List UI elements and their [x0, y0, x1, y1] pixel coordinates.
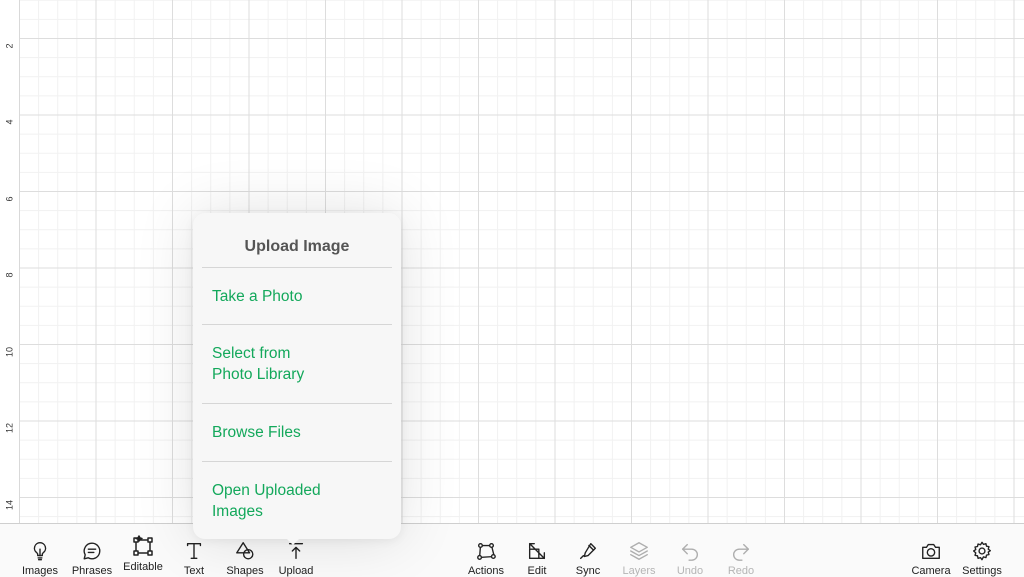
- popover-title: Upload Image: [244, 238, 350, 255]
- option-label: Open Uploaded: [212, 482, 321, 499]
- images-label: Images: [21, 565, 59, 577]
- ruler-label: 4: [4, 119, 15, 125]
- ruler-label: 8: [4, 272, 15, 278]
- bottom-toolbar: Images Phrases Editable Text Shapes Uplo…: [0, 523, 1024, 577]
- editable-label: Editable: [123, 561, 163, 573]
- edit-label: Edit: [527, 565, 547, 577]
- redo-icon: [733, 543, 750, 561]
- redo-button[interactable]: Redo: [714, 524, 768, 577]
- actions-icon: [477, 542, 496, 560]
- undo-label: Undo: [676, 565, 704, 577]
- editable-image-icon: [133, 535, 153, 556]
- camera-label: Camera: [911, 565, 951, 577]
- ruler-label: 10: [4, 347, 15, 358]
- option-label: Take a Photo: [212, 288, 303, 305]
- option-label-line2: Photo Library: [212, 366, 305, 383]
- open-uploaded-images-option[interactable]: Open Uploaded Images: [202, 461, 392, 539]
- popover-arrow: [285, 537, 301, 545]
- undo-icon: [681, 543, 698, 561]
- undo-button[interactable]: Undo: [663, 524, 717, 577]
- camera-icon: [922, 543, 940, 560]
- ruler-label: 6: [4, 196, 15, 202]
- phrases-label: Phrases: [71, 565, 113, 577]
- ruler-label: 2: [4, 43, 15, 49]
- take-photo-option[interactable]: Take a Photo: [202, 267, 392, 325]
- layers-icon: [630, 542, 648, 560]
- text-icon: [186, 542, 202, 560]
- settings-label: Settings: [962, 565, 1002, 577]
- select-from-photo-library-option[interactable]: Select from Photo Library: [202, 324, 392, 404]
- lightbulb-icon: [33, 542, 47, 561]
- browse-files-option[interactable]: Browse Files: [202, 403, 392, 461]
- shapes-label: Shapes: [226, 565, 264, 577]
- speech-bubble-icon: [83, 542, 101, 560]
- images-button[interactable]: Images: [13, 524, 67, 577]
- color-sync-icon: [579, 542, 597, 560]
- redo-label: Redo: [727, 565, 755, 577]
- vertical-ruler: 2 4 6 8 10 12 14: [0, 0, 20, 523]
- shapes-icon: [236, 542, 254, 560]
- actions-label: Actions: [467, 565, 505, 577]
- design-canvas[interactable]: 2 4 6 8 10 12 14: [0, 0, 1024, 523]
- text-label: Text: [183, 565, 205, 577]
- sync-button[interactable]: Sync: [561, 524, 615, 577]
- camera-button[interactable]: Camera: [904, 524, 958, 577]
- actions-button[interactable]: Actions: [459, 524, 513, 577]
- edit-icon: [528, 542, 546, 560]
- settings-button[interactable]: Settings: [955, 524, 1009, 577]
- upload-image-popover: Upload Image Take a Photo Select from Ph…: [193, 213, 401, 539]
- option-label: Browse Files: [212, 424, 301, 441]
- ruler-label: 14: [4, 500, 15, 511]
- upload-label: Upload: [278, 565, 314, 577]
- option-label: Select from: [212, 345, 291, 362]
- edit-button[interactable]: Edit: [510, 524, 564, 577]
- gear-icon: [972, 541, 992, 561]
- layers-button[interactable]: Layers: [612, 524, 666, 577]
- phrases-button[interactable]: Phrases: [65, 524, 119, 577]
- layers-label: Layers: [622, 565, 656, 577]
- sync-label: Sync: [575, 565, 601, 577]
- option-label-line2: Images: [212, 503, 263, 520]
- editable-button[interactable]: Editable: [116, 524, 170, 577]
- ruler-label: 12: [4, 423, 15, 434]
